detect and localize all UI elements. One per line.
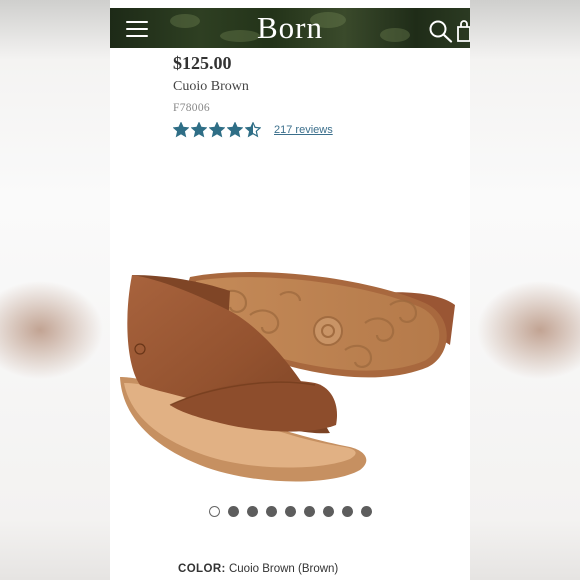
phone-screen: Born $125.00 Cuoio Brown F78006 217 revi… — [110, 0, 470, 580]
star-half-icon — [245, 122, 261, 138]
shopping-bag-icon[interactable] — [456, 20, 470, 42]
carousel-dot[interactable] — [303, 506, 315, 517]
product-price: $125.00 — [173, 53, 232, 73]
sandal-product-image[interactable] — [110, 265, 470, 495]
carousel-dot[interactable] — [341, 506, 353, 517]
color-value: Cuoio Brown (Brown) — [228, 563, 339, 575]
site-header: Born — [110, 8, 470, 48]
product-color-name: Cuoio Brown — [173, 79, 249, 94]
search-icon[interactable] — [428, 19, 454, 43]
color-label: COLOR: — [178, 563, 226, 575]
product-sku: F78006 — [173, 102, 210, 114]
star-full-icon — [227, 122, 243, 138]
star-full-icon — [173, 122, 189, 138]
carousel-dot[interactable] — [246, 506, 258, 517]
image-carousel-dots — [110, 506, 470, 517]
star-full-icon — [191, 122, 207, 138]
rating-stars — [173, 122, 263, 138]
product-info: $125.00 Cuoio Brown F78006 217 reviews — [173, 52, 333, 138]
carousel-dot[interactable] — [284, 506, 296, 517]
carousel-dot[interactable] — [227, 506, 239, 517]
star-full-icon — [209, 122, 225, 138]
carousel-dot[interactable] — [265, 506, 277, 517]
product-rating: 217 reviews — [173, 122, 333, 138]
brand-logo[interactable]: Born — [110, 10, 470, 46]
carousel-dot[interactable] — [208, 506, 220, 517]
reviews-link[interactable]: 217 reviews — [274, 124, 333, 136]
color-selection: COLOR: Cuoio Brown (Brown) — [178, 563, 338, 575]
carousel-dot[interactable] — [322, 506, 334, 517]
carousel-dot[interactable] — [360, 506, 372, 517]
